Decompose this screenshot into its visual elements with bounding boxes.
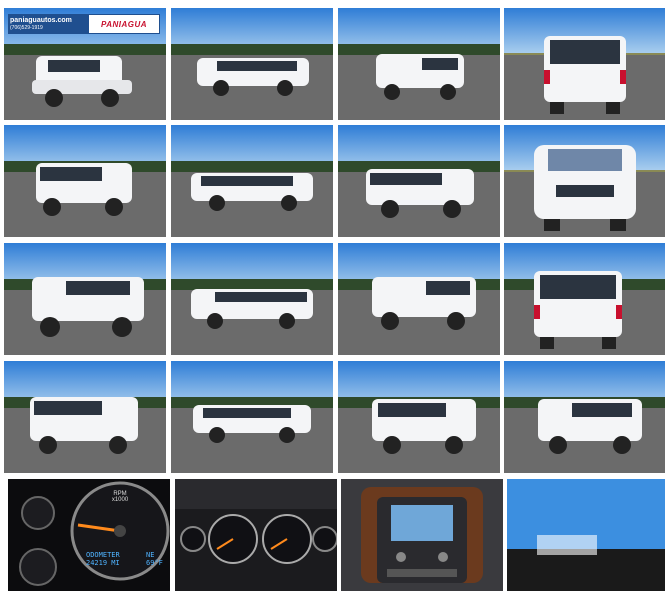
white-suv-rear [534,271,622,349]
white-suv-rear-three-quarter [30,397,138,454]
compass-temperature-display: NE 69°F [146,551,163,567]
odometer-label: ODOMETER [86,551,120,559]
rpm-scale: x1000 [111,497,129,503]
gallery-photo-15[interactable] [338,361,500,473]
speedometer-gauges [8,479,170,591]
gallery-photo-9[interactable] [4,243,166,355]
white-suv-front-three-quarter [32,277,144,337]
gallery-photo-19-center-console[interactable] [341,479,503,591]
photo-gallery: paniaguautos.com (706)529-1919 PANIAGUA [0,0,665,591]
white-suv-side [197,58,309,96]
white-suv-front-three-quarter [32,56,132,107]
white-suv-front-three-quarter [538,399,642,454]
white-suv-side [191,289,313,329]
white-suv-rear [544,36,626,114]
gallery-photo-8[interactable] [504,125,665,237]
gallery-photo-20-sunroof[interactable] [507,479,665,591]
white-suv-rear-three-quarter [372,277,476,330]
dealer-badge: paniaguautos.com (706)529-1919 PANIAGUA [8,14,160,34]
white-suv-front-three-quarter [366,169,474,218]
dealer-logo: PANIAGUA [100,19,148,29]
white-suv-front [534,145,636,231]
compass-heading: NE [146,551,155,559]
dashboard-gauges [175,479,337,591]
odometer-display: ODOMETER 24219 MI [86,551,120,567]
navigation-radio-console [341,479,503,591]
gallery-photo-18-dashboard[interactable] [175,479,337,591]
gallery-photo-17-instrument-cluster[interactable]: RPM x1000 ODOMETER 24219 MI NE 69°F [8,479,170,591]
gallery-photo-7[interactable] [338,125,500,237]
white-suv-rear-three-quarter [376,54,464,100]
dealer-url: paniaguautos.com [10,17,72,24]
gallery-photo-14[interactable] [171,361,333,473]
gallery-photo-13[interactable] [4,361,166,473]
dealer-phone: (706)529-1919 [10,25,43,31]
white-suv-side [191,173,313,211]
gallery-photo-16[interactable] [504,361,665,473]
gallery-photo-1[interactable]: paniaguautos.com (706)529-1919 PANIAGUA [4,8,166,120]
gallery-photo-6[interactable] [171,125,333,237]
gallery-photo-5[interactable] [4,125,166,237]
outside-temperature: 69°F [146,559,163,567]
sunroof-view [507,479,665,591]
gallery-photo-11[interactable] [338,243,500,355]
odometer-value: 24219 MI [86,559,120,567]
gallery-photo-10[interactable] [171,243,333,355]
white-suv-front-three-quarter [372,399,476,454]
gallery-photo-2[interactable] [171,8,333,120]
gallery-photo-4[interactable] [504,8,665,120]
gallery-photo-3[interactable] [338,8,500,120]
white-suv-side [193,405,311,443]
white-suv-rear-three-quarter [36,163,132,216]
gallery-photo-12[interactable] [504,243,665,355]
